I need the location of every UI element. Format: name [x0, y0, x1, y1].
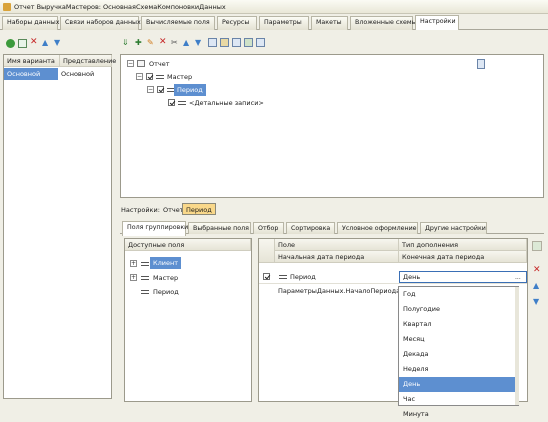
- copy-icon[interactable]: [18, 39, 27, 48]
- tab-calculated-fields[interactable]: Вычисляемые поля: [141, 16, 215, 30]
- delete-icon[interactable]: ✕: [159, 38, 168, 47]
- tab-sorting[interactable]: Сортировка: [286, 222, 335, 234]
- main-tabs-bar: Наборы данных Связи наборов данных Вычис…: [0, 14, 548, 30]
- type-dropdown-list[interactable]: Год Полугодие Квартал Месяц Декада Недел…: [398, 286, 519, 418]
- option-year[interactable]: Год: [399, 287, 515, 302]
- field-icon: [156, 75, 164, 79]
- report-structure-icon[interactable]: [477, 59, 485, 69]
- cut-icon[interactable]: ✂: [171, 38, 180, 47]
- expand-icon[interactable]: +: [130, 274, 137, 281]
- option-quarter[interactable]: Квартал: [399, 317, 515, 332]
- add-grouping-icon[interactable]: ⇓: [122, 39, 131, 48]
- settings-label: Настройки:: [121, 206, 160, 214]
- collapse-icon[interactable]: −: [136, 73, 143, 80]
- available-field-master[interactable]: Мастер: [150, 272, 181, 284]
- expand-icon[interactable]: +: [130, 260, 137, 267]
- structure-toolbar: ⇓ ✚ ✎ ✕ ✂ ▲ ▼: [122, 38, 282, 50]
- tab-selected-fields[interactable]: Выбранные поля: [188, 222, 251, 234]
- type-select[interactable]: День ...: [399, 271, 527, 283]
- tab-conditional-appearance[interactable]: Условное оформление: [337, 222, 418, 234]
- col-start-date: Начальная дата периода: [275, 251, 399, 263]
- details-icon: [178, 101, 186, 105]
- add-icon[interactable]: ✚: [135, 39, 144, 48]
- settings-period-button[interactable]: Период: [182, 203, 216, 215]
- tree-node-period[interactable]: Период: [174, 84, 206, 96]
- move-down-icon[interactable]: ▼: [54, 38, 63, 47]
- field-icon: [141, 290, 149, 294]
- move-up-icon[interactable]: ▲: [42, 38, 51, 47]
- group-icon[interactable]: [208, 38, 217, 47]
- move-down-icon[interactable]: ▼: [533, 297, 539, 306]
- move-down-icon[interactable]: ▼: [195, 38, 204, 47]
- settings-tabs-bar: Поля группировки Выбранные поля Отбор Со…: [120, 220, 544, 236]
- ellipsis-icon[interactable]: ...: [515, 274, 521, 281]
- variants-toolbar: ✕ ▲ ▼: [6, 38, 114, 50]
- variants-col-name: Имя варианта: [4, 55, 60, 67]
- tree-node-checkbox[interactable]: [168, 99, 175, 106]
- tab-filter[interactable]: Отбор: [253, 222, 284, 234]
- option-decade[interactable]: Декада: [399, 347, 515, 362]
- collapse-icon[interactable]: −: [127, 60, 134, 67]
- app-icon: [3, 3, 11, 11]
- tab-nested-schemas[interactable]: Вложенные схемы: [350, 16, 417, 30]
- field-icon: [141, 262, 149, 266]
- tab-settings[interactable]: Настройки: [415, 15, 459, 30]
- check-column-header: [259, 239, 275, 263]
- window-title: Отчет ВыручкаМастеров: ОсновнаяСхемаКомп…: [14, 3, 226, 11]
- tab-layouts[interactable]: Макеты: [311, 16, 348, 30]
- tree-node-checkbox[interactable]: [157, 86, 164, 93]
- tab-grouping-fields[interactable]: Поля группировки: [122, 221, 188, 236]
- report-icon: [137, 60, 145, 67]
- row-field-value: Период: [290, 273, 316, 281]
- tab-data-sets[interactable]: Наборы данных: [2, 16, 59, 30]
- tab-parameters[interactable]: Параметры: [259, 16, 309, 30]
- col-type: Тип дополнения: [399, 239, 527, 251]
- move-up-icon[interactable]: ▲: [533, 281, 539, 290]
- add-icon[interactable]: [6, 39, 15, 48]
- tree-node-details[interactable]: <Детальные записи>: [186, 97, 267, 109]
- ungroup-icon[interactable]: [220, 38, 229, 47]
- dropdown-scrollbar[interactable]: [515, 287, 519, 405]
- col-end-date: Конечная дата периода: [399, 251, 527, 263]
- available-field-period[interactable]: Период: [150, 286, 182, 298]
- delete-icon[interactable]: ✕: [533, 265, 541, 275]
- table-icon[interactable]: [232, 38, 241, 47]
- option-minute[interactable]: Минута: [399, 407, 515, 422]
- add-grouping-icon[interactable]: [532, 241, 542, 251]
- tree-node-report[interactable]: Отчет: [146, 58, 173, 70]
- delete-icon[interactable]: ✕: [30, 38, 39, 47]
- row-start-date: ПараметрыДанных.НачалоПериода: [278, 287, 401, 295]
- option-day[interactable]: День: [399, 377, 515, 392]
- tree-node-master[interactable]: Мастер: [164, 71, 195, 83]
- tab-other-settings[interactable]: Другие настройки: [420, 222, 487, 234]
- option-week[interactable]: Неделя: [399, 362, 515, 377]
- collapse-icon[interactable]: −: [147, 86, 154, 93]
- available-fields-header: Доступные поля: [125, 239, 251, 251]
- field-icon: [141, 276, 149, 280]
- variants-list: Имя варианта Представление Основной Осно…: [3, 54, 116, 399]
- window-titlebar: Отчет ВыручкаМастеров: ОсновнаяСхемаКомп…: [0, 0, 548, 14]
- variant-row[interactable]: Основной Основной: [4, 68, 111, 80]
- row-checkbox[interactable]: [263, 273, 270, 280]
- tab-data-set-links[interactable]: Связи наборов данных: [60, 16, 141, 30]
- move-up-icon[interactable]: ▲: [183, 38, 192, 47]
- table-row[interactable]: Период День ...: [259, 271, 527, 284]
- structure-tree: − Отчет − Мастер − Период <Детальные зап…: [120, 54, 544, 198]
- option-hour[interactable]: Час: [399, 392, 515, 407]
- field-icon: [279, 275, 287, 279]
- available-field-client[interactable]: Клиент: [150, 257, 182, 269]
- available-fields-panel: Доступные поля + Клиент + Мастер Период: [124, 238, 252, 402]
- settings-icon[interactable]: [256, 38, 265, 47]
- option-half-year[interactable]: Полугодие: [399, 302, 515, 317]
- tab-resources[interactable]: Ресурсы: [217, 16, 257, 30]
- variants-col-repr: Представление: [60, 55, 116, 67]
- tree-node-checkbox[interactable]: [146, 73, 153, 80]
- chart-icon[interactable]: [244, 38, 253, 47]
- edit-icon[interactable]: ✎: [147, 38, 156, 47]
- col-field: Поле: [275, 239, 399, 251]
- option-month[interactable]: Месяц: [399, 332, 515, 347]
